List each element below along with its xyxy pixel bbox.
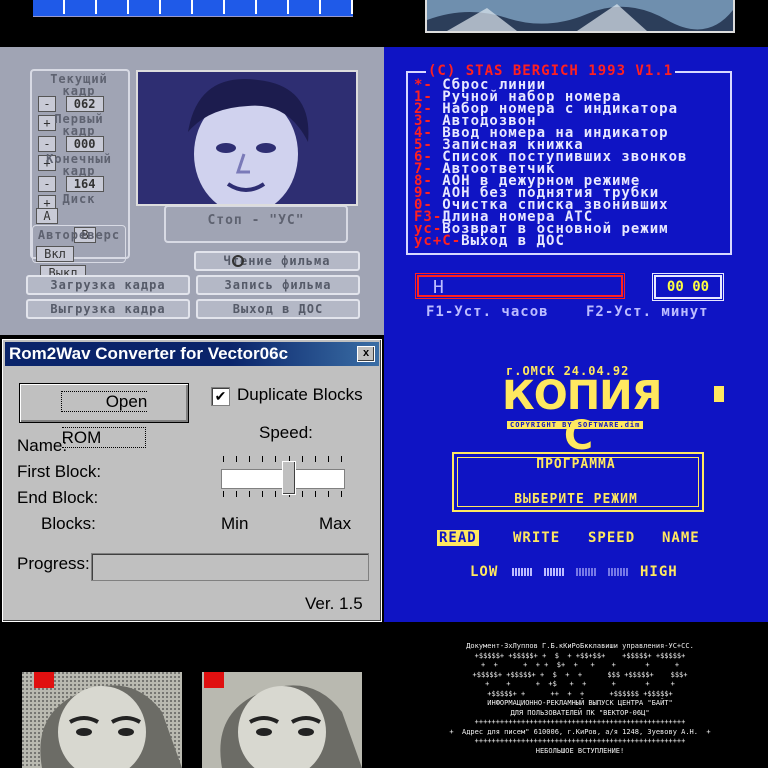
top-picture bbox=[425, 0, 735, 33]
mode-read[interactable]: READ bbox=[437, 530, 479, 546]
frame-preview-image bbox=[136, 70, 358, 206]
open-rom-label: Open ROM bbox=[60, 391, 148, 448]
speed-slider-thumb[interactable] bbox=[282, 461, 296, 495]
autoreverse-label: Автореверс bbox=[37, 228, 121, 242]
max-label: Max bbox=[319, 514, 352, 533]
slider-tick bbox=[275, 491, 276, 497]
read-film-button[interactable]: Чтение фильма bbox=[194, 251, 360, 271]
slider-tick bbox=[341, 456, 342, 462]
slider-tick bbox=[262, 456, 263, 462]
face-right-art bbox=[202, 672, 362, 768]
document-line: ДЛЯ ПОЛЬЗОВАТЕЛЕЙ ПК "ВЕКТОР-06Ц" bbox=[510, 708, 650, 717]
choose-mode-label: ВЫБЕРИТЕ РЕЖИМ bbox=[514, 492, 638, 507]
document-line: ++++++++++++++++++++++++++++++++++++++++… bbox=[474, 718, 686, 726]
first-frame-value: 000 bbox=[65, 136, 104, 152]
close-icon[interactable]: x bbox=[357, 346, 375, 362]
slider-tick bbox=[315, 491, 316, 497]
slider-tick bbox=[236, 456, 237, 462]
write-film-button[interactable]: Запись фильма bbox=[196, 275, 360, 295]
end-frame-value: 164 bbox=[65, 176, 104, 192]
exit-dos-button[interactable]: Выход в ДОС bbox=[196, 299, 360, 319]
autoreverse-on-button[interactable]: Вкл bbox=[36, 246, 74, 262]
right-photo bbox=[202, 672, 362, 768]
duplicate-blocks-label: Duplicate Blocks bbox=[237, 385, 363, 404]
dialog-titlebar: Rom2Wav Converter for Vector06c x bbox=[5, 342, 379, 366]
document-line: +$$$$$+ +$$$$$+ + $ + + $$$ +$$$$$+ $$$+ bbox=[472, 670, 688, 679]
min-label: Min bbox=[221, 514, 249, 533]
unload-frame-button[interactable]: Выгрузка кадра bbox=[26, 299, 190, 319]
disk-a-button[interactable]: A bbox=[36, 208, 58, 224]
document-line: ++++++++++++++++++++++++++++++++++++++++… bbox=[474, 737, 686, 745]
document-line: + + + + + $+ + + + + + bbox=[480, 661, 680, 669]
f1-hint: F1-Уст. часов bbox=[426, 304, 549, 320]
speed-bar-3 bbox=[576, 568, 596, 576]
speed-bar-4 bbox=[608, 568, 628, 576]
current-frame-minus[interactable]: - bbox=[38, 96, 56, 112]
top-blue-bar bbox=[33, 0, 353, 17]
speed-label: Speed: bbox=[259, 423, 313, 442]
slider-tick bbox=[341, 491, 342, 497]
document-line: +$$$$$+ +$$$$$+ + $ + +$$+$$+ +$$$$$+ +$… bbox=[474, 651, 686, 660]
version-label: Ver. 1.5 bbox=[305, 594, 363, 613]
progress-label: Progress: bbox=[17, 554, 90, 573]
document-line: ИНФОРМАЦИОННО-РЕКЛАМНЫЙ ВЫПУСК ЦЕНТРА "Б… bbox=[487, 699, 673, 707]
end-block-label: End Block: bbox=[17, 488, 99, 507]
status-text: Стоп - "УС" bbox=[207, 213, 305, 228]
document-line: Документ-3хЛуппов Г.Б.кКиРоБкклавиши упр… bbox=[466, 642, 694, 650]
current-frame-value: 062 bbox=[65, 96, 104, 112]
red-marker-right bbox=[204, 672, 224, 688]
slider-tick bbox=[328, 491, 329, 497]
speed-bar-1 bbox=[512, 568, 532, 576]
slider-tick bbox=[262, 491, 263, 497]
document-line: + + + +$ + + + + + bbox=[485, 680, 675, 688]
portrait-art bbox=[138, 72, 356, 204]
slider-tick bbox=[315, 456, 316, 462]
aon-menu-key: ус+С- bbox=[414, 233, 462, 249]
duplicate-blocks-checkbox[interactable]: ✔ bbox=[211, 387, 230, 406]
slider-tick bbox=[302, 456, 303, 462]
aon-menu-item[interactable]: ус+С-Выход в ДОС bbox=[414, 233, 565, 249]
cursor-icon bbox=[232, 255, 244, 267]
speed-high-label: HIGH bbox=[640, 564, 678, 580]
f2-hint: F2-Уст. минут bbox=[586, 304, 709, 320]
first-block-label: First Block: bbox=[17, 462, 102, 481]
speed-bar-2 bbox=[544, 568, 564, 576]
kopia-logo: КОПИЯ С bbox=[502, 373, 662, 459]
mode-speed[interactable]: SPEED bbox=[588, 530, 635, 546]
cursor-block bbox=[714, 386, 724, 402]
dialog-title: Rom2Wav Converter for Vector06c bbox=[9, 344, 289, 363]
red-marker-left bbox=[34, 672, 54, 688]
aon-menu-text: Выход в ДОС bbox=[461, 233, 565, 249]
open-rom-button[interactable]: Open ROM bbox=[19, 383, 189, 448]
document-line: + Адрес для писем" 610006, г.КиРов, а/я … bbox=[449, 727, 711, 736]
top-picture-art bbox=[427, 0, 733, 31]
slider-tick bbox=[223, 456, 224, 462]
end-frame-minus[interactable]: - bbox=[38, 176, 56, 192]
slider-tick bbox=[249, 456, 250, 462]
slider-tick bbox=[236, 491, 237, 497]
slider-tick bbox=[275, 456, 276, 462]
mode-name[interactable]: NAME bbox=[662, 530, 700, 546]
clock-display: 00 00 bbox=[652, 273, 724, 301]
slider-tick bbox=[223, 491, 224, 497]
kopia-copyright: COPYRIGHT BY SOFTWARE.dim bbox=[507, 421, 644, 429]
slider-tick bbox=[249, 491, 250, 497]
document-line: +$$$$$+ + ++ + + +$$$$$$ +$$$$$+ bbox=[487, 689, 673, 698]
name-label: Name: bbox=[17, 436, 68, 455]
slider-tick bbox=[302, 491, 303, 497]
mode-write[interactable]: WRITE bbox=[513, 530, 560, 546]
disk-label: Диск bbox=[62, 192, 96, 206]
speed-low-label: LOW bbox=[470, 564, 499, 580]
first-frame-minus[interactable]: - bbox=[38, 136, 56, 152]
blocks-label: Blocks: bbox=[41, 514, 96, 533]
document-line: НЕБОЛЬШОЕ ВСТУПЛЕНИЕ! bbox=[535, 746, 625, 755]
progress-bar bbox=[91, 553, 369, 581]
slider-tick bbox=[328, 456, 329, 462]
program-label: ПРОГРАММА bbox=[536, 457, 616, 472]
load-frame-button[interactable]: Загрузка кадра bbox=[26, 275, 190, 295]
number-input[interactable]: H bbox=[415, 273, 625, 299]
